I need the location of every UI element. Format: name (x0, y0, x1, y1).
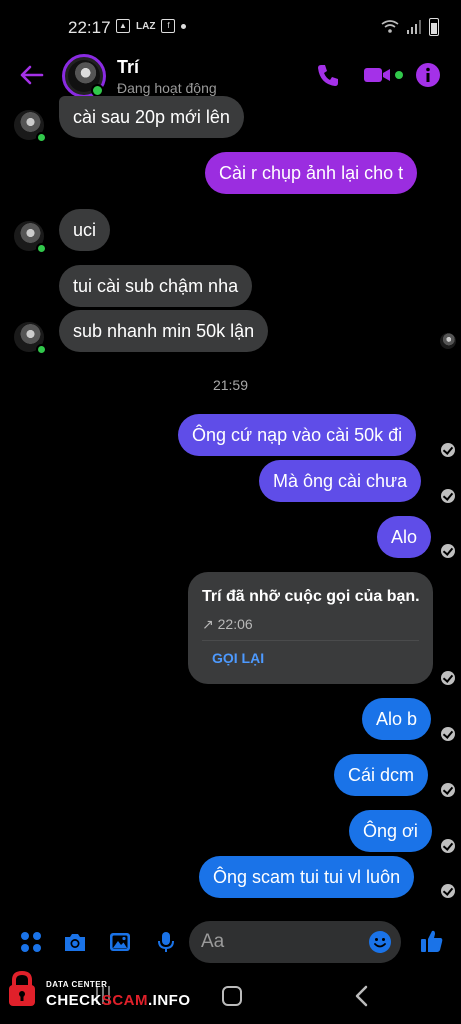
wifi-icon (381, 20, 399, 33)
seen-check-icon (441, 727, 455, 741)
sender-avatar[interactable] (14, 322, 47, 355)
status-time: 22:17 (68, 18, 111, 37)
divider (202, 640, 419, 641)
menu-dots-icon[interactable] (19, 930, 43, 954)
message-bubble-outgoing[interactable]: Alo (377, 516, 432, 558)
message-composer (0, 912, 461, 972)
watermark: DATA CENTER CHECKSCAM.INFO (6, 966, 206, 1014)
message-input-container[interactable] (189, 921, 401, 963)
video-camera-icon (364, 68, 390, 82)
microphone-icon[interactable] (154, 930, 178, 954)
watermark-brand: CHECKSCAM.INFO (46, 992, 191, 1009)
missed-call-time: ↗ 22:06 (202, 616, 253, 632)
gallery-notification-icon: ▲ (116, 19, 130, 33)
sender-avatar[interactable] (14, 110, 47, 143)
image-gallery-icon[interactable] (108, 930, 132, 954)
sender-avatar[interactable] (14, 221, 47, 254)
message-bubble-outgoing[interactable]: Ông scam tui tui vl luôn (199, 856, 415, 898)
lock-logo-icon (9, 970, 35, 1006)
contact-name[interactable]: Trí (117, 57, 139, 78)
seen-check-icon (441, 443, 455, 457)
video-online-dot (395, 71, 403, 79)
lazada-notification-icon: LAZ (136, 20, 156, 32)
message-bubble-incoming[interactable]: tui cài sub chậm nha (59, 265, 253, 307)
info-icon[interactable] (415, 62, 441, 88)
back-arrow-icon[interactable] (18, 62, 44, 88)
seen-check-icon (441, 884, 455, 898)
message-bubble-incoming[interactable]: uci (59, 209, 111, 251)
call-back-button[interactable]: GỌI LẠI (212, 650, 264, 666)
status-bar: 22:17 ▲ LAZ f (0, 0, 461, 52)
message-thread[interactable]: cài sau 20p mới lên Cài r chụp ảnh lại c… (0, 96, 461, 912)
seen-check-icon (441, 489, 455, 503)
seen-check-icon (441, 783, 455, 797)
contact-status: Đang hoạt động (117, 80, 217, 96)
battery-icon (429, 18, 439, 36)
nav-back-icon[interactable] (352, 985, 372, 1007)
watermark-caption: DATA CENTER (46, 980, 108, 989)
home-button[interactable] (222, 986, 242, 1006)
read-receipt-avatar (440, 333, 456, 349)
message-bubble-outgoing[interactable]: Cài r chụp ảnh lại cho t (205, 152, 418, 194)
emoji-icon[interactable] (368, 930, 392, 954)
missed-call-card[interactable]: Trí đã nhỡ cuộc gọi của bạn. ↗ 22:06 GỌI… (188, 572, 433, 684)
message-bubble-outgoing[interactable]: Alo b (362, 698, 432, 740)
seen-check-icon (441, 544, 455, 558)
camera-icon[interactable] (63, 930, 87, 954)
missed-call-title: Trí đã nhỡ cuộc gọi của bạn. (202, 588, 420, 605)
message-bubble-outgoing[interactable]: Ông cứ nạp vào cài 50k đi (178, 414, 417, 456)
message-bubble-outgoing[interactable]: Ông ơi (349, 810, 432, 852)
like-thumb-icon[interactable] (420, 928, 444, 954)
message-bubble-outgoing[interactable]: Mà ông cài chưa (259, 460, 422, 502)
message-bubble-incoming[interactable]: cài sau 20p mới lên (59, 96, 244, 138)
message-input[interactable] (201, 929, 351, 955)
signal-icon (407, 20, 421, 34)
seen-check-icon (441, 839, 455, 853)
time-divider: 21:59 (212, 377, 249, 393)
facebook-notification-icon: f (161, 19, 176, 33)
message-bubble-outgoing[interactable]: Cái dcm (334, 754, 429, 796)
video-call-button[interactable] (363, 62, 403, 88)
phone-call-icon[interactable] (315, 62, 341, 88)
more-notifications-icon (181, 23, 187, 29)
conversation-header: Trí Đang hoạt động (0, 52, 461, 102)
seen-check-icon (441, 671, 455, 685)
message-bubble-incoming[interactable]: sub nhanh min 50k lận (59, 310, 269, 352)
